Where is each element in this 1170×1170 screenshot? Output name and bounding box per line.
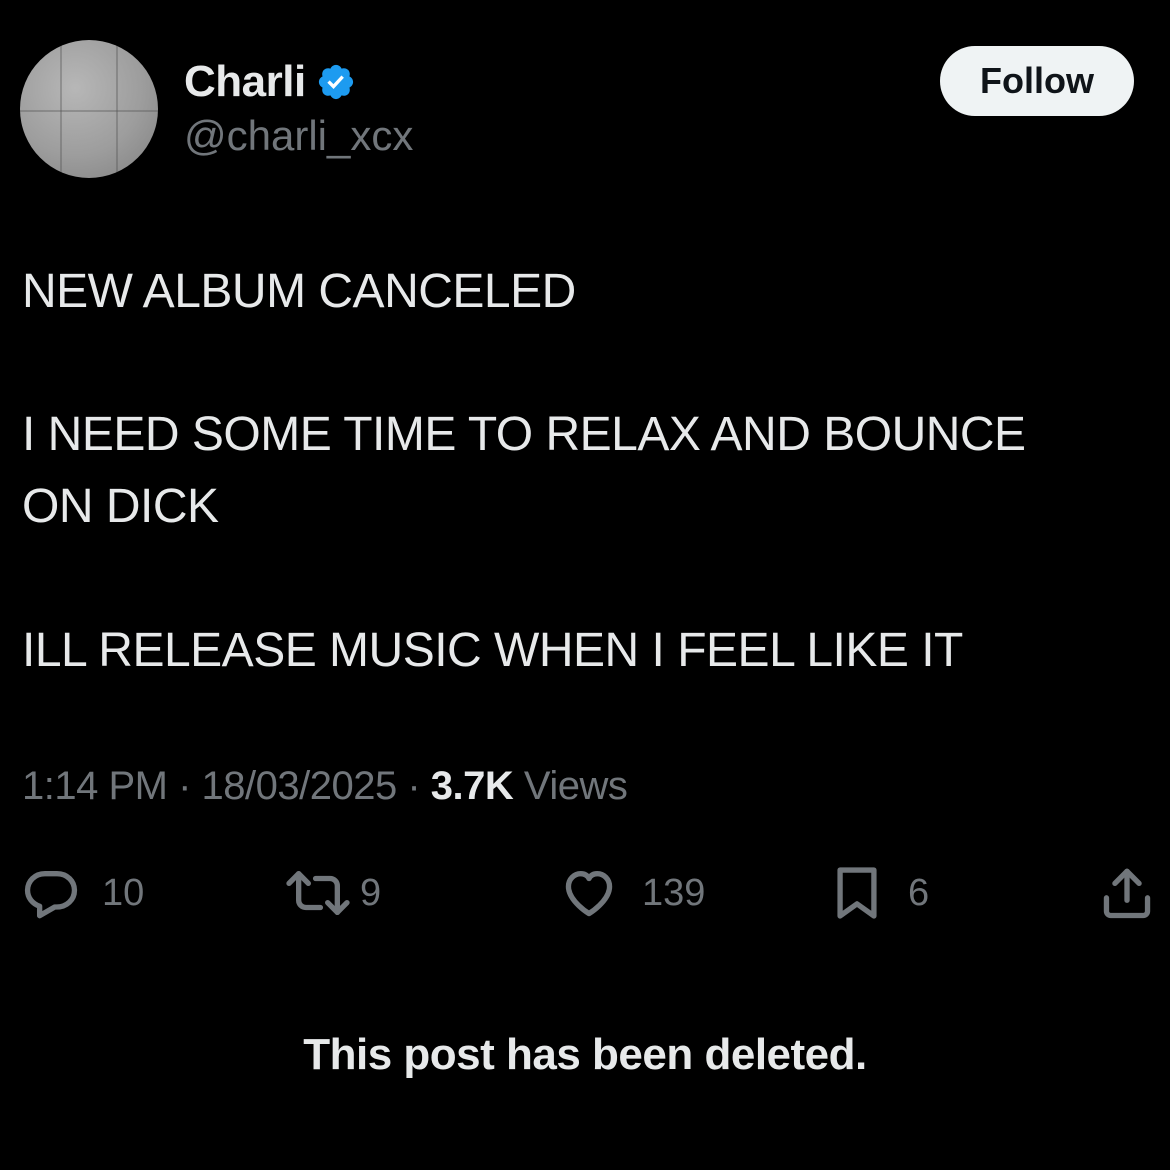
author-display-name[interactable]: Charli [184, 57, 306, 107]
reply-count: 10 [102, 871, 145, 914]
views-count: 3.7K [430, 764, 514, 808]
meta-separator: · [407, 764, 431, 808]
post-text-line-4: ILL RELEASE MUSIC WHEN I FEEL LIKE IT [22, 624, 963, 677]
avatar[interactable] [20, 40, 158, 178]
bookmark-button[interactable]: 6 [830, 862, 929, 924]
post-text-line-3: ON DICK [22, 480, 219, 533]
verified-badge-icon[interactable] [316, 62, 356, 102]
post-time[interactable]: 1:14 PM [22, 764, 168, 808]
post-text-line-2: I NEED SOME TIME TO RELAX AND BOUNCE [22, 408, 1026, 461]
post-meta: 1:14 PM · 18/03/2025 · 3.7K Views [22, 764, 628, 809]
post-date[interactable]: 18/03/2025 [202, 764, 398, 808]
bookmark-icon [830, 864, 884, 922]
share-icon [1098, 864, 1156, 922]
share-button[interactable] [1098, 862, 1156, 924]
repost-count: 9 [360, 871, 382, 914]
author-handle[interactable]: @charli_xcx [184, 112, 413, 160]
reply-button[interactable]: 10 [22, 862, 144, 924]
reply-icon [22, 864, 80, 922]
deleted-post-notice: This post has been deleted. [303, 1030, 867, 1079]
bookmark-count: 6 [908, 871, 930, 914]
like-button[interactable]: 139 [558, 862, 705, 924]
author-name-row[interactable]: Charli [184, 56, 356, 108]
post-text-line-1: NEW ALBUM CANCELED [22, 265, 576, 318]
follow-button[interactable]: Follow [940, 46, 1134, 116]
repost-button[interactable]: 9 [284, 862, 381, 924]
repost-icon [284, 864, 352, 922]
meta-separator: · [178, 764, 202, 808]
like-count: 139 [642, 871, 706, 914]
views-label: Views [523, 764, 628, 808]
heart-icon [558, 864, 620, 922]
